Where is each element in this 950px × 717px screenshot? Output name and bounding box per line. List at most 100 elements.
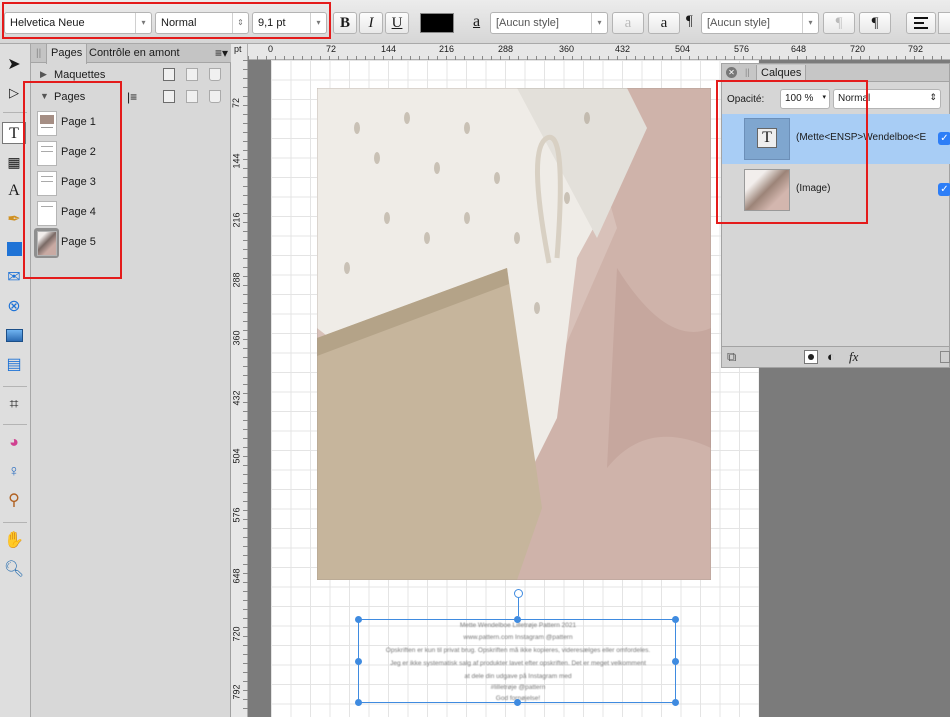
underline-button[interactable]: U xyxy=(385,12,409,34)
ruler-label: 720 xyxy=(850,44,866,54)
vertical-ruler[interactable]: pt 72 144 216 288 360 432 504 576 648 72… xyxy=(231,44,248,717)
divider xyxy=(3,522,27,523)
ruler-label: 648 xyxy=(231,568,242,584)
context-toolbar: Helvetica Neue ▾ Normal ⇕ 9,1 pt ▾ B I U… xyxy=(0,0,950,44)
color-picker-icon[interactable]: ⚲ xyxy=(2,490,26,512)
highlight-box xyxy=(2,2,331,39)
ruler-label: 216 xyxy=(231,212,242,228)
horizontal-ruler[interactable]: 0 72 144 216 288 360 432 504 576 648 720… xyxy=(248,44,950,60)
ruler-label: 288 xyxy=(498,44,514,54)
ruler-label: 576 xyxy=(734,44,750,54)
ruler-label: 792 xyxy=(908,44,924,54)
zoom-tool-icon[interactable]: 🔍︎ xyxy=(2,559,26,581)
pages-panel: || Pages Contrôle en amont ≡▾ ▶ Maquette… xyxy=(23,44,232,717)
align-center-button[interactable] xyxy=(938,12,950,34)
ruler-label: 288 xyxy=(231,272,242,288)
character-style-value: [Aucun style] xyxy=(496,17,559,29)
ruler-label: 576 xyxy=(231,507,242,523)
panel-menu-icon[interactable]: ≡▾ xyxy=(211,44,232,63)
transparency-tool-icon[interactable]: ♀ xyxy=(2,461,26,483)
masters-label: Maquettes xyxy=(54,69,106,81)
hand-tool-icon[interactable]: ✋ xyxy=(2,530,26,552)
resize-handle[interactable] xyxy=(514,699,521,706)
italic-button[interactable]: I xyxy=(359,12,383,34)
panel-grip-icon[interactable]: || xyxy=(745,67,750,77)
duplicate-page-icon[interactable] xyxy=(186,90,198,103)
chevron-down-icon: ▾ xyxy=(802,13,818,33)
resize-handle[interactable] xyxy=(355,699,362,706)
align-left-button[interactable] xyxy=(906,12,936,34)
apply-paragraph-style-button[interactable]: ¶ xyxy=(859,12,891,34)
paragraph-style-select[interactable]: [Aucun style] ▾ xyxy=(701,12,819,34)
divider xyxy=(3,386,27,387)
ruler-label: 432 xyxy=(615,44,631,54)
highlight-box xyxy=(716,80,868,224)
ruler-label: 144 xyxy=(231,153,242,169)
ruler-label: 432 xyxy=(231,390,242,406)
apply-character-style-button[interactable]: a xyxy=(648,12,680,34)
mask-layer-icon[interactable] xyxy=(804,350,818,364)
clear-paragraph-style-button[interactable]: ¶ xyxy=(823,12,855,34)
character-style-select[interactable]: [Aucun style] ▾ xyxy=(490,12,608,34)
ruler-ticks xyxy=(248,44,950,60)
rotation-stem xyxy=(518,598,519,616)
text-color-swatch[interactable] xyxy=(420,13,454,33)
ellipse-frame-tool-icon[interactable]: ⊗ xyxy=(2,296,26,318)
trash-icon[interactable] xyxy=(209,68,221,81)
paragraph-style-icon: ¶ xyxy=(686,13,693,29)
visibility-checkbox[interactable]: ✓ xyxy=(938,183,950,196)
bold-button[interactable]: B xyxy=(333,12,357,34)
chevron-down-icon: ▾ xyxy=(591,13,607,33)
ruler-label: 792 xyxy=(231,684,242,700)
ruler-label: 72 xyxy=(231,97,242,109)
resize-handle[interactable] xyxy=(514,616,521,623)
layers-stack-icon[interactable]: ⧉ xyxy=(727,349,736,365)
ruler-label: 72 xyxy=(326,44,337,54)
garment-photo xyxy=(317,88,711,580)
layers-footer: ⧉ ◐ fx xyxy=(722,346,950,367)
ruler-label: 216 xyxy=(439,44,455,54)
align-left-icon xyxy=(914,17,928,29)
resize-handle[interactable] xyxy=(672,699,679,706)
ruler-label: 648 xyxy=(791,44,807,54)
divider xyxy=(3,424,27,425)
disclosure-right-icon[interactable]: ▶ xyxy=(40,69,47,80)
ruler-label: 360 xyxy=(559,44,575,54)
rotation-handle[interactable] xyxy=(514,589,523,598)
insert-master-icon[interactable] xyxy=(163,68,175,81)
tab-pages[interactable]: Pages xyxy=(46,44,88,64)
ruler-unit: pt xyxy=(234,44,242,54)
ruler-label: 504 xyxy=(675,44,691,54)
panel-tabs: || Pages Contrôle en amont ≡▾ xyxy=(31,44,232,64)
clear-character-style-button[interactable]: a xyxy=(612,12,644,34)
crop-tool-icon[interactable]: ⌗ xyxy=(2,394,26,416)
trash-icon[interactable] xyxy=(209,90,221,103)
ruler-label: 360 xyxy=(231,330,242,346)
duplicate-master-icon[interactable] xyxy=(186,68,198,81)
adjustment-icon[interactable]: ◐ xyxy=(827,349,835,364)
resize-handle[interactable] xyxy=(355,658,362,665)
page-spread[interactable]: Mette Wendelboe Lilletrøje Pattern 2021 … xyxy=(271,60,759,717)
place-image-tool-icon[interactable] xyxy=(2,325,26,347)
effects-icon[interactable]: fx xyxy=(849,349,858,365)
ruler-label: 504 xyxy=(231,448,242,464)
paragraph-style-value: [Aucun style] xyxy=(707,17,770,29)
add-layer-icon[interactable] xyxy=(940,351,950,363)
visibility-checkbox[interactable]: ✓ xyxy=(938,132,950,145)
ruler-label: 720 xyxy=(231,626,242,642)
tab-preflight[interactable]: Contrôle en amont xyxy=(85,44,184,63)
master-page-picker-icon[interactable]: |≡ xyxy=(127,90,137,104)
selected-text-frame[interactable]: Mette Wendelboe Lilletrøje Pattern 2021 … xyxy=(355,589,679,706)
resize-handle[interactable] xyxy=(672,616,679,623)
ruler-label: 144 xyxy=(381,44,397,54)
resize-handle[interactable] xyxy=(355,616,362,623)
fill-tool-icon[interactable]: ◕ xyxy=(2,432,26,454)
insert-page-icon[interactable] xyxy=(163,90,175,103)
panel-grip-icon[interactable]: || xyxy=(32,44,45,63)
placed-image[interactable] xyxy=(317,88,711,580)
resize-handle[interactable] xyxy=(672,658,679,665)
close-icon[interactable]: ✕ xyxy=(726,67,737,78)
move-tool-icon[interactable]: ➤ xyxy=(2,54,26,76)
image-layout-tool-icon[interactable]: ▤ xyxy=(2,354,26,376)
highlight-box xyxy=(23,81,122,279)
